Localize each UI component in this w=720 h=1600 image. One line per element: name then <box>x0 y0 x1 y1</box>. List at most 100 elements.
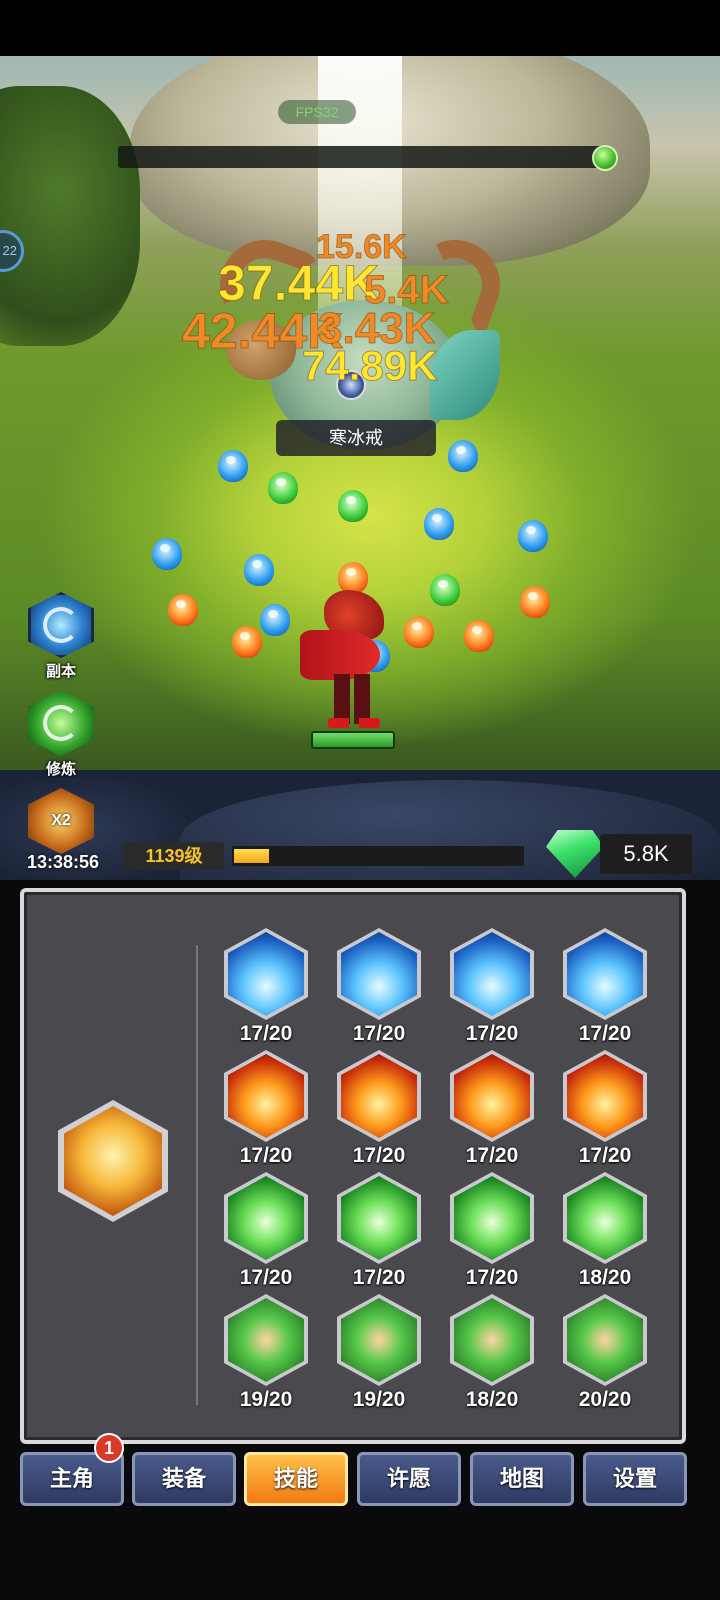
tab-equipment[interactable]: 装备 <box>132 1452 236 1506</box>
skill-slot[interactable]: 17/20 <box>560 1050 650 1168</box>
tab-map[interactable]: 地图 <box>470 1452 574 1506</box>
hero-portrait-image <box>64 1106 162 1216</box>
skill-level: 17/20 <box>239 1144 293 1167</box>
ice-skill-icon <box>341 932 417 1016</box>
vortex-icon <box>28 592 94 658</box>
ice-orb <box>424 508 454 540</box>
ice-skill-icon <box>228 932 304 1016</box>
wind-skill-icon <box>567 1176 643 1260</box>
wind-skill-icon <box>454 1176 530 1260</box>
ice-orb <box>244 554 274 586</box>
skill-frame <box>450 1172 534 1264</box>
skill-frame <box>450 1294 534 1386</box>
skill-frame <box>450 1050 534 1142</box>
skill-level: 20/20 <box>578 1388 632 1411</box>
skill-slot[interactable]: 19/20 <box>334 1294 424 1412</box>
skill-slot[interactable]: 17/20 <box>334 1172 424 1290</box>
skill-slot[interactable]: 17/20 <box>447 1172 537 1290</box>
skill-frame <box>337 1050 421 1142</box>
exp-bar <box>232 846 524 866</box>
double-speed-icon: X2 <box>28 788 94 854</box>
fire-orb <box>168 594 198 626</box>
ice-orb <box>518 520 548 552</box>
tab-skills[interactable]: 技能 <box>244 1452 348 1506</box>
skill-frame <box>224 1294 308 1386</box>
hero-feet <box>328 718 380 728</box>
skill-level: 17/20 <box>352 1022 406 1045</box>
skill-level: 17/20 <box>352 1144 406 1167</box>
skill-slot[interactable]: 17/20 <box>334 1050 424 1168</box>
hero-character <box>300 590 400 730</box>
wind-orb <box>430 574 460 606</box>
skill-frame <box>337 1172 421 1264</box>
skill-frame <box>337 1294 421 1386</box>
skill-level: 18/20 <box>578 1266 632 1289</box>
fire-skill-icon <box>341 1054 417 1138</box>
skill-frame <box>337 928 421 1020</box>
skill-slot[interactable]: 17/20 <box>221 1172 311 1290</box>
skill-level: 19/20 <box>239 1388 293 1411</box>
skill-frame <box>224 1172 308 1264</box>
skill-slot[interactable]: 18/20 <box>560 1172 650 1290</box>
exp-bar-fill <box>234 849 269 863</box>
skill-slot[interactable]: 17/20 <box>334 928 424 1046</box>
fire-orb <box>232 626 262 658</box>
skill-slot[interactable]: 17/20 <box>447 928 537 1046</box>
skill-level: 17/20 <box>239 1266 293 1289</box>
mixed-skill-icon <box>228 1298 304 1382</box>
item-drop-label: 寒冰戒 <box>276 420 436 456</box>
skill-slot[interactable]: 19/20 <box>221 1294 311 1412</box>
panel-divider <box>196 945 198 1405</box>
double-speed-button[interactable]: X2 <box>26 788 96 854</box>
mixed-skill-icon <box>454 1298 530 1382</box>
skill-frame <box>224 928 308 1020</box>
tab-settings[interactable]: 设置 <box>583 1452 687 1506</box>
fire-orb <box>520 586 550 618</box>
wind-orb <box>338 490 368 522</box>
player-level: 1139级 <box>124 842 224 870</box>
skill-level: 17/20 <box>352 1266 406 1289</box>
tab-wish[interactable]: 许愿 <box>357 1452 461 1506</box>
skill-slot[interactable]: 17/20 <box>221 928 311 1046</box>
skill-slot[interactable]: 18/20 <box>447 1294 537 1412</box>
wind-orb <box>268 472 298 504</box>
status-bar <box>0 0 720 56</box>
ice-skill-icon <box>567 932 643 1016</box>
skill-level: 17/20 <box>578 1022 632 1045</box>
fire-orb <box>464 620 494 652</box>
dungeon-label: 副本 <box>45 663 76 680</box>
skill-level: 17/20 <box>578 1144 632 1167</box>
skill-frame <box>224 1050 308 1142</box>
background-tree <box>0 86 140 346</box>
double-speed-badge: X2 <box>51 812 71 829</box>
dungeon-button[interactable]: 副本 <box>26 592 96 681</box>
boss-hp-bar <box>118 146 606 168</box>
fps-counter: FPS32 <box>278 100 356 124</box>
mixed-skill-icon <box>567 1298 643 1382</box>
skill-slot[interactable]: 20/20 <box>560 1294 650 1412</box>
skill-slot[interactable]: 17/20 <box>447 1050 537 1168</box>
ice-orb <box>218 450 248 482</box>
hero-hp-bar <box>311 731 395 749</box>
fire-skill-icon <box>228 1054 304 1138</box>
fire-skill-icon <box>567 1054 643 1138</box>
skill-slot[interactable]: 17/20 <box>560 928 650 1046</box>
spiral-icon <box>28 690 94 756</box>
skill-level: 17/20 <box>239 1022 293 1045</box>
skill-frame <box>450 928 534 1020</box>
training-label: 修炼 <box>45 761 76 778</box>
notification-badge: 1 <box>94 1433 124 1463</box>
damage-number: 74.89K <box>301 342 438 390</box>
skill-level: 19/20 <box>352 1388 406 1411</box>
wind-skill-icon <box>228 1176 304 1260</box>
skill-slot[interactable]: 17/20 <box>221 1050 311 1168</box>
skill-level: 17/20 <box>465 1022 519 1045</box>
training-button[interactable]: 修炼 <box>26 690 96 779</box>
skill-level: 17/20 <box>465 1266 519 1289</box>
skill-frame <box>563 928 647 1020</box>
skill-level: 18/20 <box>465 1388 519 1411</box>
hero-legs <box>334 674 370 724</box>
skill-frame <box>563 1172 647 1264</box>
boost-timer: 13:38:56 <box>26 852 100 872</box>
ice-skill-icon <box>454 932 530 1016</box>
